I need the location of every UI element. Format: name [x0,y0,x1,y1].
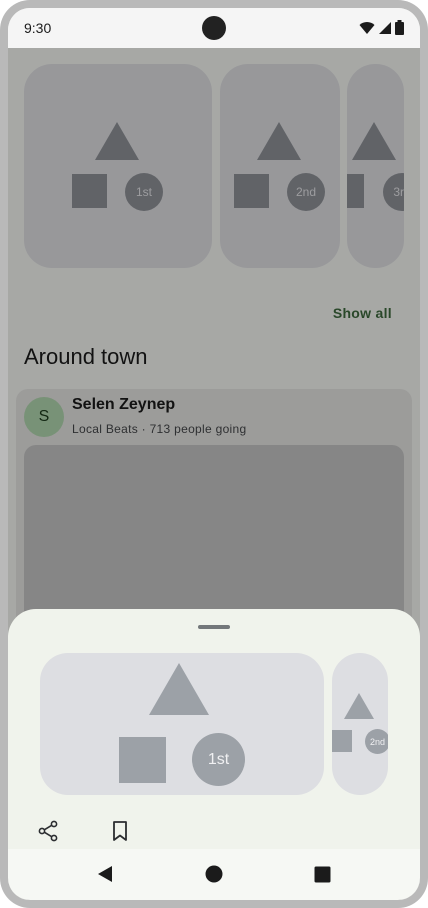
wifi-icon [359,21,375,34]
rank-badge: 2nd [365,729,388,754]
back-button[interactable] [92,861,118,887]
triangle-shape [149,663,209,715]
status-time: 9:30 [24,20,52,36]
navigation-bar [8,849,420,900]
share-icon [38,820,58,842]
share-button[interactable] [30,813,66,849]
status-bar: 9:30 [8,8,420,48]
square-shape [119,737,166,783]
bottom-sheet: 1st 2nd [8,609,420,849]
rank-badge: 1st [192,733,245,786]
device-frame: 9:30 1st 2nd 3r Show all Around town S S… [0,0,428,908]
screen: 9:30 1st 2nd 3r Show all Around town S S… [8,8,420,900]
back-icon [98,866,112,882]
sheet-actions [30,813,138,849]
signal-icon [379,21,391,34]
bookmark-button[interactable] [102,813,138,849]
status-icons [359,20,404,35]
bookmark-icon [113,821,127,841]
rank-label: 1st [207,750,230,768]
home-icon [205,865,223,883]
sheet-carousel-item-1[interactable]: 1st [40,653,324,795]
recents-button[interactable] [309,861,335,887]
home-button[interactable] [201,861,227,887]
rank-label: 2nd [369,736,386,747]
battery-icon [395,20,404,35]
recents-icon [314,866,330,882]
drag-handle[interactable] [198,625,230,629]
square-shape [332,730,352,752]
camera-cutout [202,16,226,40]
triangle-shape [344,693,374,719]
sheet-carousel-item-2[interactable]: 2nd [332,653,388,795]
